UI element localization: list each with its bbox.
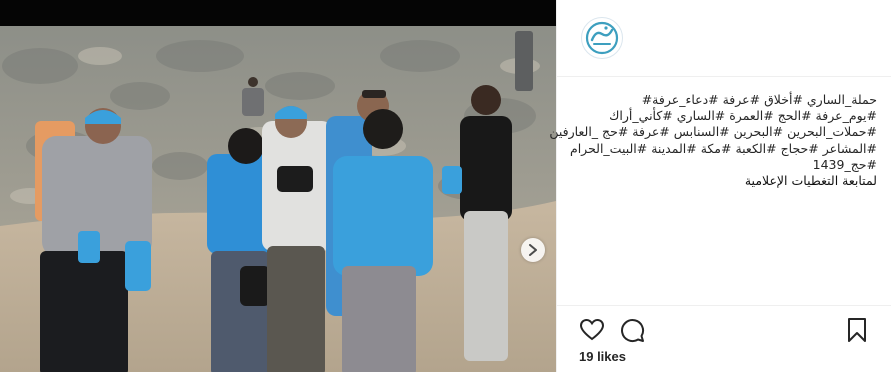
bookmark-icon — [848, 318, 866, 342]
caption-line: #يوم_عرفة #الحج #العمرة #الساري #كأني_أر… — [609, 108, 877, 124]
instagram-post: حملة_الساري #أخلاق #عرفة #دعاء_عرفة# #يو… — [0, 0, 891, 372]
save-button[interactable] — [844, 317, 870, 343]
post-sidebar: حملة_الساري #أخلاق #عرفة #دعاء_عرفة# #يو… — [549, 0, 891, 372]
profile-logo — [583, 19, 621, 57]
profile-avatar[interactable] — [581, 17, 623, 59]
media-top-bar — [0, 0, 556, 26]
like-button[interactable] — [579, 317, 605, 343]
caption-line: #حج_1439 — [812, 156, 877, 172]
chevron-right-icon — [529, 244, 537, 256]
post-caption: حملة_الساري #أخلاق #عرفة #دعاء_عرفة# #يو… — [549, 92, 877, 189]
caption-line: حملة_الساري #أخلاق #عرفة #دعاء_عرفة# — [641, 92, 877, 107]
caption-line: #المشاعر #حجاج #الكعبة #مكة #المدينة #ال… — [569, 140, 877, 156]
post-photo[interactable] — [0, 26, 556, 372]
next-image-button[interactable] — [521, 238, 545, 262]
comment-icon — [621, 319, 645, 343]
caption-line: لمتابعة التغطيات الإعلامية — [744, 173, 877, 189]
likes-count[interactable]: 19 likes — [579, 349, 626, 364]
heart-icon — [579, 318, 605, 341]
caption-line: #حملات_البحرين #البحرين #السنابس #عرفة #… — [549, 124, 877, 140]
comment-button[interactable] — [619, 317, 645, 343]
post-header — [557, 0, 891, 77]
